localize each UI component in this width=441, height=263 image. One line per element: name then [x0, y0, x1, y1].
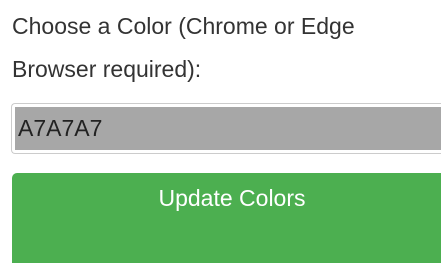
color-input[interactable] [15, 107, 441, 150]
update-colors-button[interactable]: Update Colors [12, 173, 441, 263]
color-input-container [11, 103, 441, 154]
color-picker-label: Choose a Color (Chrome or Edge Browser r… [12, 13, 355, 82]
